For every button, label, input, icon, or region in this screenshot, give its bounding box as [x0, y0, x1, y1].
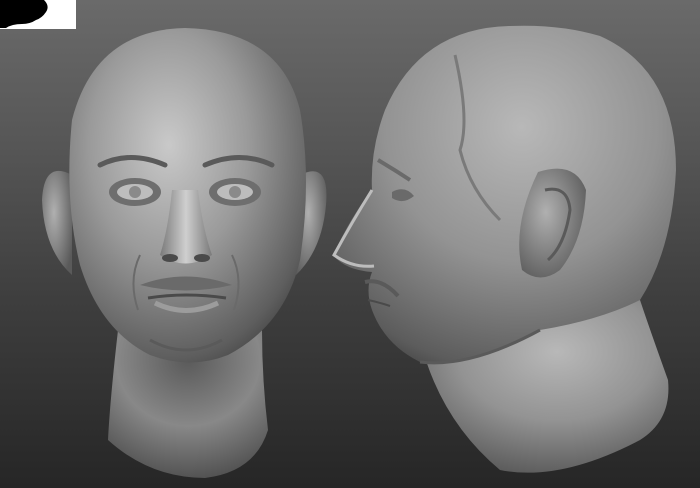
- front-nostril-left: [162, 254, 178, 262]
- front-iris-right: [229, 186, 241, 198]
- navigator-thumbnail[interactable]: [0, 0, 76, 29]
- front-left-ear: [42, 170, 72, 275]
- profile-head-model[interactable]: [332, 25, 676, 473]
- sculpt-viewport[interactable]: [0, 0, 700, 488]
- sculpt-canvas[interactable]: [0, 0, 700, 488]
- front-nostril-right: [194, 254, 210, 262]
- head-silhouette-icon: [0, 0, 48, 28]
- front-head-model[interactable]: [42, 28, 327, 478]
- front-iris-left: [129, 186, 141, 198]
